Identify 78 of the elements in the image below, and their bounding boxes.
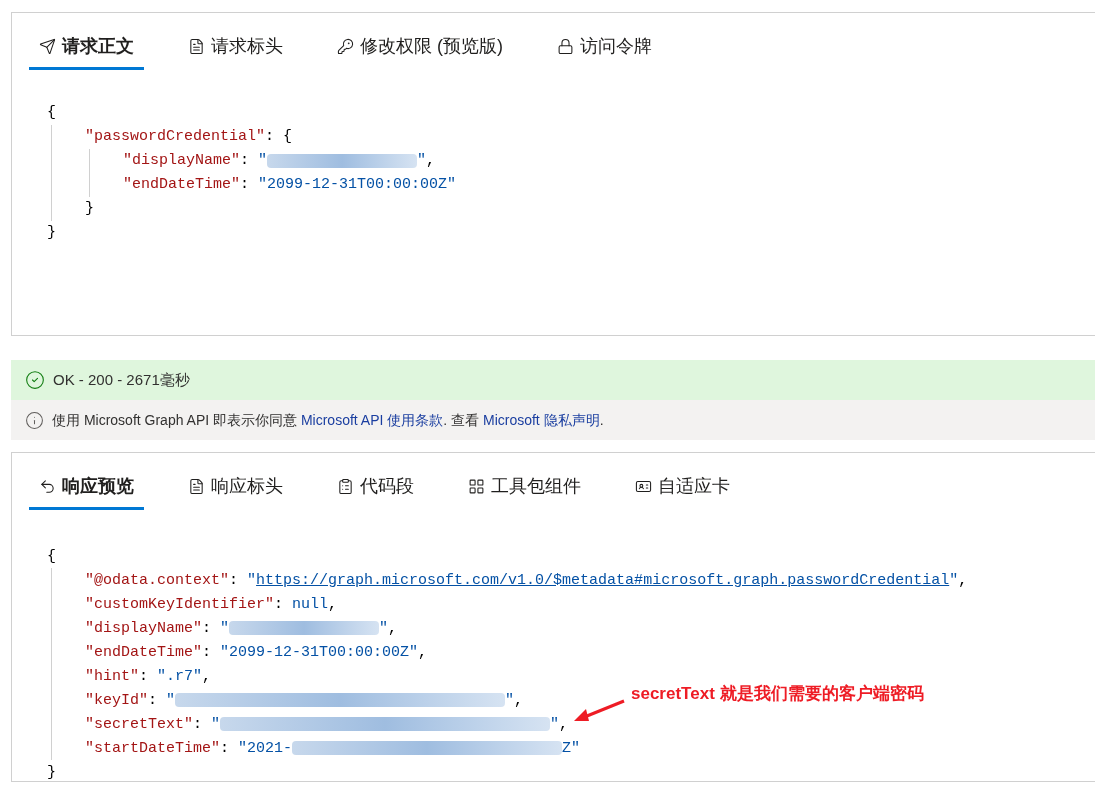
json-punctuation: : [220,738,231,759]
document-icon [188,478,205,495]
json-key: "@odata.context" [85,568,230,592]
json-key: "keyId" [85,688,148,712]
json-punctuation: } [47,762,56,783]
json-punctuation: , [426,150,436,171]
json-punctuation: : [202,642,213,663]
json-value: " [258,150,268,171]
check-icon [25,370,45,390]
json-punctuation: , [559,714,569,735]
json-value: ".r7" [157,666,203,687]
json-value: null [292,594,329,615]
json-punctuation: } [85,198,94,219]
json-key: "hint" [85,664,139,688]
json-punctuation: , [388,618,398,639]
json-punctuation: : [193,714,204,735]
json-key: "secretText" [85,712,194,736]
json-punctuation: : [240,174,251,195]
key-icon [337,38,354,55]
json-punctuation: { [47,102,56,123]
annotation-arrow [574,699,626,723]
json-punctuation: , [202,666,212,687]
json-key: "endDateTime" [123,173,241,197]
lock-icon [557,38,574,55]
json-key: "displayName" [85,616,203,640]
json-punctuation: : [202,618,213,639]
json-value: " [166,690,176,711]
json-value: Z" [562,738,581,759]
notice-link[interactable]: Microsoft API 使用条款 [300,411,444,428]
json-value: " [550,714,560,735]
tab[interactable]: 访问令牌 [547,26,662,70]
context-link[interactable]: https://graph.microsoft.com/v1.0/$metadata#microsoft.graph.passwordCredential [256,568,950,592]
json-punctuation: } [47,222,56,243]
json-key: "startDateTime" [85,736,221,760]
grid-icon [468,478,485,495]
tab[interactable]: 响应标头 [178,466,293,510]
json-punctuation: : [139,666,150,687]
json-punctuation: : [240,150,251,171]
json-value: " [211,714,221,735]
json-key: "displayName" [123,149,241,173]
tab[interactable]: 请求正文 [29,26,144,70]
json-punctuation: , [328,594,338,615]
tab[interactable]: 修改权限 (预览版) [327,26,513,70]
json-key: "customKeyIdentifier" [85,592,275,616]
card-icon [635,478,652,495]
annotation-text: secretText 就是我们需要的客户端密码 [631,683,924,705]
tab[interactable]: 代码段 [327,466,424,510]
json-value: " [247,570,257,591]
json-value: " [417,150,427,171]
json-value: " [379,618,389,639]
json-punctuation: : [229,570,240,591]
clipboard-icon [337,478,354,495]
json-key: "endDateTime" [85,640,203,664]
json-punctuation: : { [265,126,293,147]
tab[interactable]: 请求标头 [178,26,293,70]
return-arrow-icon [39,478,56,495]
tab[interactable]: 工具包组件 [458,466,591,510]
document-icon [188,38,205,55]
json-value: "2021- [238,738,293,759]
tab[interactable]: 自适应卡 [625,466,740,510]
json-value: " [220,618,230,639]
json-punctuation: , [958,570,968,591]
json-key: "passwordCredential" [85,125,266,149]
json-punctuation: : [274,594,285,615]
tab[interactable]: 响应预览 [29,466,144,510]
notice-link[interactable]: Microsoft 隐私声明 [482,411,600,428]
notice-text: 使用 Microsoft Graph API 即表示你同意 Microsoft API 使用条款. 查看 Microsoft 隐私声明. [52,410,604,430]
send-icon [39,38,56,55]
json-punctuation: : [148,690,159,711]
json-value: " [505,690,515,711]
json-value: "2099-12-31T00:00:00Z" [220,642,419,663]
status-text: OK - 200 - 2671毫秒 [53,369,190,390]
json-punctuation: { [47,546,56,567]
json-value: "2099-12-31T00:00:00Z" [258,174,457,195]
info-icon [25,410,44,430]
json-punctuation: , [418,642,428,663]
json-punctuation: , [514,690,524,711]
json-value: " [949,570,959,591]
